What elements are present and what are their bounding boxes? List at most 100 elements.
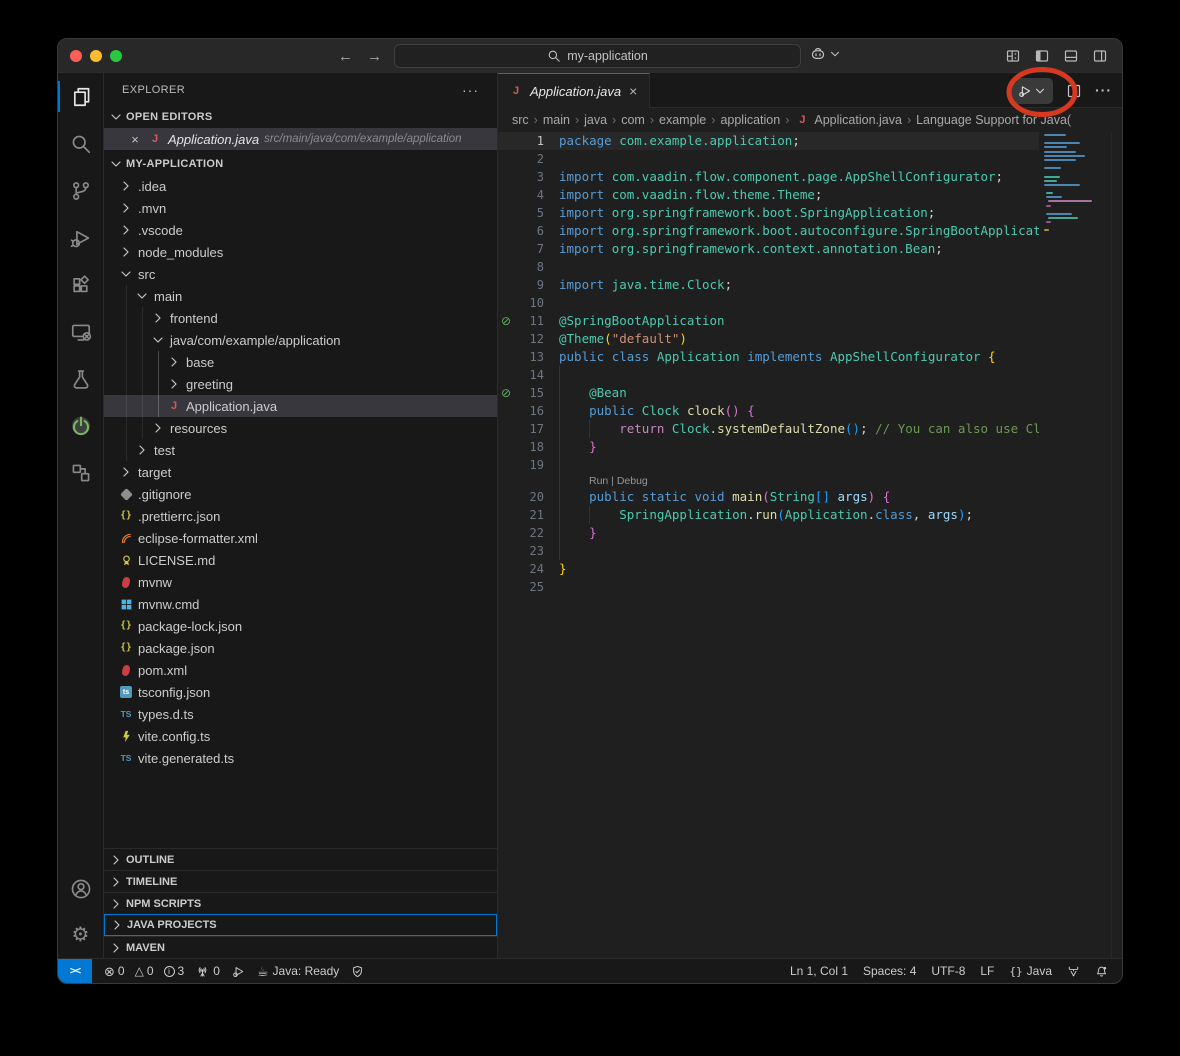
- code-line[interactable]: 16 public Clock clock() {: [498, 402, 1039, 420]
- spring-bean-icon[interactable]: ⊘: [498, 384, 514, 402]
- status-notifications[interactable]: [1095, 965, 1108, 978]
- code-line[interactable]: 12@Theme("default"): [498, 330, 1039, 348]
- activity-item-testing[interactable]: [58, 355, 103, 402]
- breadcrumb-item[interactable]: com: [621, 113, 645, 127]
- tree-file-vite-generated-ts[interactable]: TSvite.generated.ts: [104, 747, 497, 769]
- code-line[interactable]: 5import org.springframework.boot.SpringA…: [498, 204, 1039, 222]
- code-line[interactable]: 18 }: [498, 438, 1039, 456]
- activity-item-spring-boot-dashboard[interactable]: [58, 402, 103, 449]
- tree-folder-resources[interactable]: resources: [104, 417, 497, 439]
- code-line[interactable]: 24}: [498, 560, 1039, 578]
- tree-folder-greeting[interactable]: greeting: [104, 373, 497, 395]
- code-line[interactable]: 17 return Clock.systemDefaultZone(); // …: [498, 420, 1039, 438]
- tree-file-application-java[interactable]: JApplication.java: [104, 395, 497, 417]
- project-root-header[interactable]: MY-APPLICATION: [104, 153, 497, 175]
- tree-folder-src[interactable]: src: [104, 263, 497, 285]
- code-line[interactable]: ⊘15 @Bean: [498, 384, 1039, 402]
- panel-maven[interactable]: MAVEN: [104, 936, 497, 958]
- spring-bean-icon[interactable]: ⊘: [498, 312, 514, 330]
- code-line[interactable]: 19: [498, 456, 1039, 474]
- status-eol[interactable]: LF: [980, 964, 994, 978]
- minimap[interactable]: [1041, 134, 1111, 274]
- tree-folder-java-com-example-application[interactable]: java/com/example/application: [104, 329, 497, 351]
- tree-folder-target[interactable]: target: [104, 461, 497, 483]
- activity-item-source-control[interactable]: [58, 167, 103, 214]
- status-encoding[interactable]: UTF-8: [931, 964, 965, 978]
- activity-item-explorer[interactable]: [58, 73, 103, 120]
- minimize-window-button[interactable]: [90, 50, 102, 62]
- breadcrumb-item[interactable]: main: [543, 113, 570, 127]
- open-editors-header[interactable]: OPEN EDITORS: [104, 106, 497, 128]
- code-line[interactable]: 8: [498, 258, 1039, 276]
- code-line[interactable]: 20 public static void main(String[] args…: [498, 488, 1039, 506]
- status-cursor-position[interactable]: Ln 1, Col 1: [790, 964, 848, 978]
- code-line[interactable]: 7import org.springframework.context.anno…: [498, 240, 1039, 258]
- status-workspace-trust[interactable]: [351, 965, 364, 978]
- tree-folder-main[interactable]: main: [104, 285, 497, 307]
- tree-file--prettierrc-json[interactable]: {}.prettierrc.json: [104, 505, 497, 527]
- breadcrumb-item[interactable]: java: [584, 113, 607, 127]
- code-line[interactable]: ⊘11@SpringBootApplication: [498, 312, 1039, 330]
- zoom-window-button[interactable]: [110, 50, 122, 62]
- layout-panel-bottom-icon[interactable]: [1063, 48, 1079, 64]
- status-problems[interactable]: ⊗0△0i3: [104, 964, 184, 978]
- code-line[interactable]: 13public class Application implements Ap…: [498, 348, 1039, 366]
- panel-java-projects[interactable]: JAVA PROJECTS: [104, 914, 497, 936]
- tree-file-mvnw-cmd[interactable]: mvnw.cmd: [104, 593, 497, 615]
- tree-folder-test[interactable]: test: [104, 439, 497, 461]
- panel-outline[interactable]: OUTLINE: [104, 848, 497, 870]
- code-line[interactable]: 9import java.time.Clock;: [498, 276, 1039, 294]
- forward-arrow-icon[interactable]: →: [367, 48, 382, 65]
- activity-item-search[interactable]: [58, 120, 103, 167]
- command-center-search[interactable]: my-application: [394, 44, 801, 68]
- code-editor[interactable]: 1package com.example.application;23impor…: [498, 132, 1122, 958]
- tree-file--gitignore[interactable]: .gitignore: [104, 483, 497, 505]
- split-editor-icon[interactable]: [1066, 83, 1082, 99]
- close-tab-icon[interactable]: ×: [627, 83, 639, 99]
- panel-timeline[interactable]: TIMELINE: [104, 870, 497, 892]
- panel-npm-scripts[interactable]: NPM SCRIPTS: [104, 892, 497, 914]
- status-indentation[interactable]: Spaces: 4: [863, 964, 916, 978]
- activity-item-remote-explorer[interactable]: [58, 308, 103, 355]
- tree-folder-base[interactable]: base: [104, 351, 497, 373]
- code-line[interactable]: 21 SpringApplication.run(Application.cla…: [498, 506, 1039, 524]
- code-line[interactable]: 4import com.vaadin.flow.theme.Theme;: [498, 186, 1039, 204]
- codelens-run-debug[interactable]: Run | Debug: [498, 474, 1039, 488]
- tree-folder--mvn[interactable]: .mvn: [104, 197, 497, 219]
- code-line[interactable]: 25: [498, 578, 1039, 596]
- activity-item-accounts[interactable]: [58, 866, 103, 912]
- breadcrumb-item[interactable]: example: [659, 113, 706, 127]
- code-line[interactable]: 1package com.example.application;: [498, 132, 1039, 150]
- activity-item-java-projects[interactable]: [58, 449, 103, 496]
- close-window-button[interactable]: [70, 50, 82, 62]
- layout-grid-icon[interactable]: [1005, 48, 1021, 64]
- explorer-more-actions-icon[interactable]: ···: [462, 82, 479, 98]
- scrollbar[interactable]: [1111, 132, 1122, 958]
- tree-folder-frontend[interactable]: frontend: [104, 307, 497, 329]
- activity-item-extensions[interactable]: [58, 261, 103, 308]
- remote-indicator[interactable]: ><: [58, 959, 92, 983]
- breadcrumb-item[interactable]: Language Support for Java(: [916, 113, 1071, 127]
- status-debug-launch[interactable]: [232, 965, 245, 978]
- tree-file-types-d-ts[interactable]: TStypes.d.ts: [104, 703, 497, 725]
- breadcrumb-item[interactable]: src: [512, 113, 529, 127]
- status-vaadin-status[interactable]: [1067, 965, 1080, 978]
- tree-file-vite-config-ts[interactable]: vite.config.ts: [104, 725, 497, 747]
- code-line[interactable]: 2: [498, 150, 1039, 168]
- activity-item-run-and-debug[interactable]: [58, 214, 103, 261]
- copilot-button[interactable]: [810, 46, 842, 62]
- code-line[interactable]: 10: [498, 294, 1039, 312]
- breadcrumb-item[interactable]: JApplication.java: [794, 112, 902, 128]
- activity-item-settings[interactable]: ⚙: [58, 912, 103, 958]
- run-or-debug-button[interactable]: [1011, 78, 1053, 104]
- tree-file-package-json[interactable]: {}package.json: [104, 637, 497, 659]
- code-line[interactable]: 3import com.vaadin.flow.component.page.A…: [498, 168, 1039, 186]
- tree-file-pom-xml[interactable]: pom.xml: [104, 659, 497, 681]
- code-line[interactable]: 6import org.springframework.boot.autocon…: [498, 222, 1039, 240]
- close-editor-icon[interactable]: ×: [128, 132, 142, 147]
- layout-sidebar-right-icon[interactable]: [1092, 48, 1108, 64]
- tab-application-java[interactable]: J Application.java ×: [498, 73, 650, 108]
- status-language-mode[interactable]: {}Java: [1009, 964, 1052, 978]
- code-line[interactable]: 23: [498, 542, 1039, 560]
- code-line[interactable]: 14: [498, 366, 1039, 384]
